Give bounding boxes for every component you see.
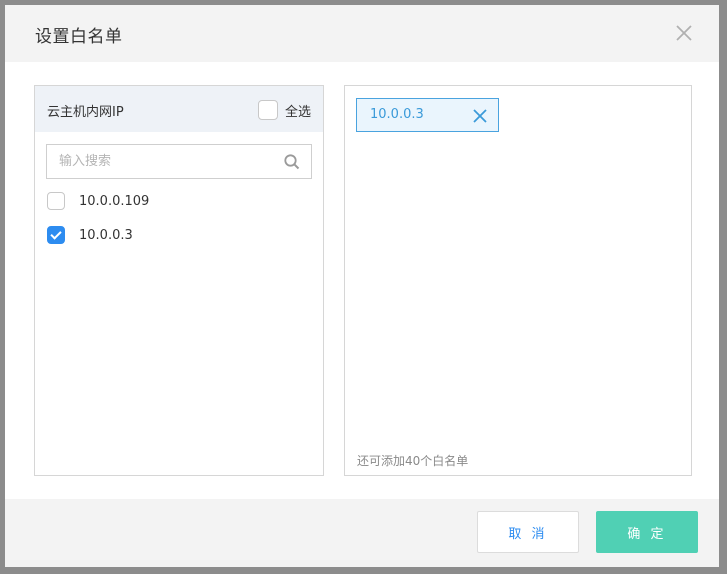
- dialog-title: 设置白名单: [35, 27, 123, 47]
- available-ip-panel: 云主机内网IP 全选 10.0.0.109 10.0.0.3: [34, 85, 324, 476]
- ip-list-item[interactable]: 10.0.0.109: [47, 191, 149, 211]
- checkbox-icon[interactable]: [47, 192, 65, 210]
- selected-ip-tag: 10.0.0.3: [356, 98, 499, 132]
- panel-title: 云主机内网IP: [47, 105, 124, 120]
- checkbox-icon[interactable]: [258, 100, 278, 120]
- search-input[interactable]: [47, 145, 289, 178]
- search-icon[interactable]: [283, 153, 301, 171]
- close-icon[interactable]: [674, 23, 694, 43]
- search-field[interactable]: [46, 144, 312, 179]
- whitelist-dialog: 设置白名单 云主机内网IP 全选 10.0.0.109 10: [5, 5, 719, 567]
- ip-label: 10.0.0.3: [79, 227, 133, 243]
- confirm-button[interactable]: 确 定: [596, 511, 698, 553]
- select-all-label: 全选: [285, 104, 312, 120]
- remove-tag-icon[interactable]: [472, 108, 488, 124]
- tag-label: 10.0.0.3: [370, 107, 424, 122]
- dialog-header: 设置白名单: [5, 5, 719, 62]
- ip-label: 10.0.0.109: [79, 193, 150, 209]
- cancel-button[interactable]: 取 消: [477, 511, 579, 553]
- select-all-checkbox[interactable]: 全选: [258, 99, 311, 121]
- selected-ip-panel: 10.0.0.3 还可添加40个白名单: [344, 85, 692, 476]
- available-ip-panel-header: 云主机内网IP 全选: [35, 86, 323, 132]
- dialog-footer: 取 消 确 定: [5, 499, 719, 567]
- remaining-count-hint: 还可添加40个白名单: [357, 454, 469, 468]
- checkbox-checked-icon[interactable]: [47, 226, 65, 244]
- ip-list-item[interactable]: 10.0.0.3: [47, 225, 133, 245]
